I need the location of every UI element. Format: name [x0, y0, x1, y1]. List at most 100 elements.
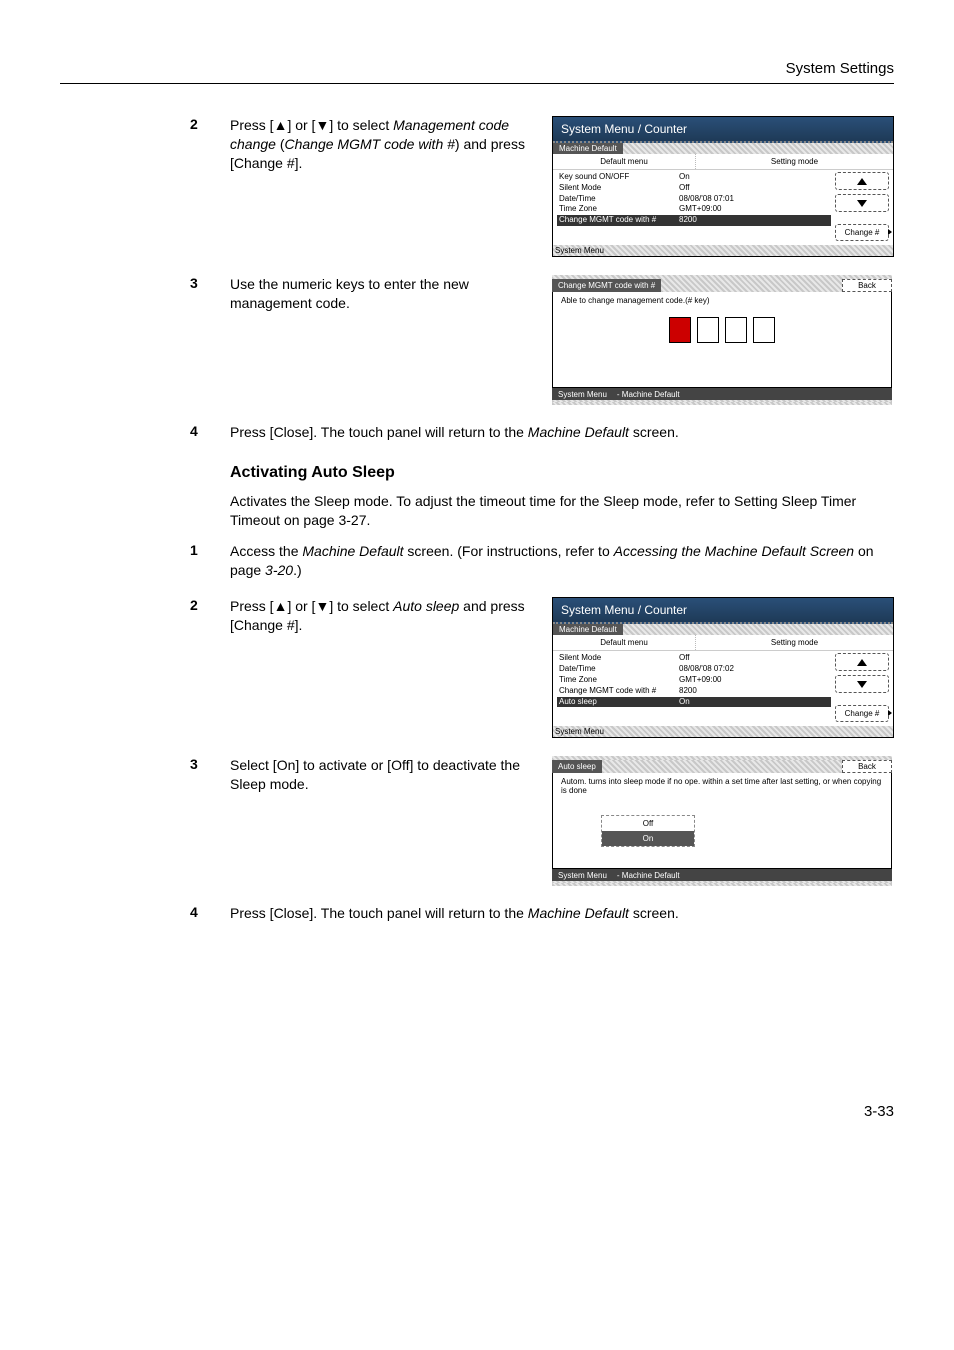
list-item[interactable]: Time ZoneGMT+09:00 — [557, 204, 831, 215]
t: Press [ — [230, 598, 274, 614]
k: Change MGMT code with # — [557, 686, 679, 697]
t: on page — [280, 512, 338, 528]
tab-bar: Machine Default — [553, 624, 893, 635]
step-number: 3 — [190, 756, 230, 772]
k: Key sound ON/OFF — [557, 172, 679, 183]
list-item[interactable]: Change MGMT code with #8200 — [557, 686, 831, 697]
list-item[interactable]: Key sound ON/OFFOn — [557, 172, 831, 183]
v: 8200 — [679, 215, 831, 226]
k: Time Zone — [557, 204, 679, 215]
foot-1: System Menu — [558, 871, 607, 880]
step-number: 4 — [190, 904, 230, 920]
section-header: System Settings — [60, 60, 894, 84]
t: Press [Close]. The touch panel will retu… — [230, 905, 528, 921]
t: Machine Default — [528, 424, 629, 440]
step-text: Press [Close]. The touch panel will retu… — [230, 904, 894, 923]
screen-machine-default-1: System Menu / Counter Machine Default De… — [552, 116, 894, 257]
settings-list: Silent ModeOff Date/Time08/08/'08 07:02 … — [557, 653, 831, 722]
v: 08/08/'08 07:01 — [679, 194, 831, 205]
code-digit — [753, 317, 775, 343]
tab-machine-default[interactable]: Machine Default — [553, 624, 623, 635]
col-default-menu: Default menu — [553, 154, 696, 169]
change-button[interactable]: Change # — [835, 224, 889, 241]
v: On — [679, 697, 831, 708]
dialog-message: Able to change management code.(# key) — [561, 296, 883, 305]
change-button[interactable]: Change # — [835, 705, 889, 722]
screen-footer: System Menu — [553, 245, 893, 256]
step-text: Press [Close]. The touch panel will retu… — [230, 423, 894, 442]
list-item[interactable]: Silent ModeOff — [557, 183, 831, 194]
subsection-title: Activating Auto Sleep — [230, 464, 894, 482]
t: . — [366, 512, 370, 528]
step-number: 2 — [190, 116, 230, 132]
screen-auto-sleep: Auto sleep Back Autom. turns into sleep … — [552, 756, 892, 886]
list-item[interactable]: Time ZoneGMT+09:00 — [557, 675, 831, 686]
intro-paragraph: Activates the Sleep mode. To adjust the … — [230, 492, 884, 530]
t: Activates the Sleep mode. To adjust the … — [230, 493, 734, 509]
step-number: 3 — [190, 275, 230, 291]
step-number: 2 — [190, 597, 230, 613]
step-text: Press [▲] or [▼] to select Auto sleep an… — [230, 597, 552, 635]
dialog-footer: System Menu - Machine Default — [552, 869, 892, 881]
foot-1: System Menu — [558, 390, 607, 399]
option-off[interactable]: Off — [602, 816, 694, 831]
back-button[interactable]: Back — [842, 279, 892, 292]
step-text: Press [▲] or [▼] to select Management co… — [230, 116, 552, 173]
screen-title: System Menu / Counter — [553, 117, 893, 143]
dialog-title: Auto sleep — [552, 760, 602, 773]
t: Machine Default — [528, 905, 629, 921]
scroll-up-button[interactable] — [835, 172, 889, 190]
v: 8200 — [679, 686, 831, 697]
foot-2: - Machine Default — [617, 390, 680, 399]
t: Press [ — [230, 117, 274, 133]
list-item[interactable]: Date/Time08/08/'08 07:01 — [557, 194, 831, 205]
scroll-down-button[interactable] — [835, 675, 889, 693]
t: 3-20 — [265, 562, 293, 578]
option-on[interactable]: On — [602, 831, 694, 846]
t: Access the — [230, 543, 302, 559]
t: ] to select — [329, 598, 393, 614]
v: Off — [679, 653, 831, 664]
k: Change MGMT code with # — [557, 215, 679, 226]
code-input[interactable] — [561, 317, 883, 343]
list-item[interactable]: Date/Time08/08/'08 07:02 — [557, 664, 831, 675]
column-headers: Default menu Setting mode — [553, 154, 893, 170]
k: Date/Time — [557, 664, 679, 675]
tab-machine-default[interactable]: Machine Default — [553, 143, 623, 154]
screen-title: System Menu / Counter — [553, 598, 893, 624]
list-item-selected[interactable]: Auto sleepOn — [557, 697, 831, 708]
v: GMT+09:00 — [679, 675, 831, 686]
list-item-selected[interactable]: Change MGMT code with #8200 — [557, 215, 831, 226]
col-default-menu: Default menu — [553, 635, 696, 650]
step-text: Use the numeric keys to enter the new ma… — [230, 275, 552, 313]
list-item[interactable]: Silent ModeOff — [557, 653, 831, 664]
step-number: 4 — [190, 423, 230, 439]
dialog-title: Change MGMT code with # — [552, 279, 661, 292]
t: ] to select — [329, 117, 393, 133]
k: Date/Time — [557, 194, 679, 205]
t: screen. (For instructions, refer to — [404, 543, 614, 559]
v: On — [679, 172, 831, 183]
foot-2: - Machine Default — [617, 871, 680, 880]
step-number: 1 — [190, 542, 230, 558]
screen-change-code: Change MGMT code with # Back Able to cha… — [552, 275, 892, 405]
option-group: Off On — [601, 815, 695, 847]
scroll-up-button[interactable] — [835, 653, 889, 671]
col-setting-mode: Setting mode — [696, 154, 893, 169]
t: ] or [ — [287, 117, 315, 133]
t: Press [Close]. The touch panel will retu… — [230, 424, 528, 440]
t: ( — [276, 136, 285, 152]
k: Auto sleep — [557, 697, 679, 708]
v: 08/08/'08 07:02 — [679, 664, 831, 675]
t: 3-27 — [338, 512, 366, 528]
settings-list: Key sound ON/OFFOn Silent ModeOff Date/T… — [557, 172, 831, 241]
code-digit — [725, 317, 747, 343]
back-button[interactable]: Back — [842, 760, 892, 773]
screen-machine-default-2: System Menu / Counter Machine Default De… — [552, 597, 894, 738]
step-text: Access the Machine Default screen. (For … — [230, 542, 894, 580]
scroll-down-button[interactable] — [835, 194, 889, 212]
v: GMT+09:00 — [679, 204, 831, 215]
k: Silent Mode — [557, 653, 679, 664]
step-text: Select [On] to activate or [Off] to deac… — [230, 756, 552, 794]
screen-footer: System Menu — [553, 726, 893, 737]
